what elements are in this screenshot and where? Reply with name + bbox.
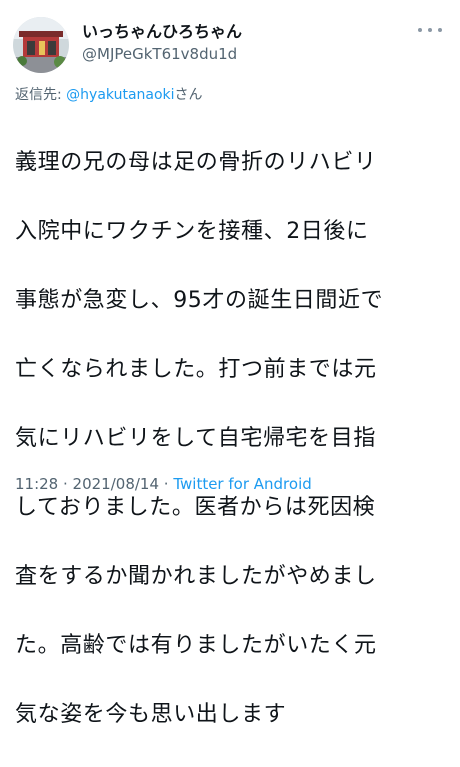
tweet-text-line: 気にリハビリをして自宅帰宅を目指 [15,425,376,451]
reply-suffix: さん [174,87,203,103]
tweet-time[interactable]: 11:28 [15,475,58,493]
reply-mention-link[interactable]: @hyakutanaoki [66,87,174,103]
tweet-source-link[interactable]: Twitter for Android [173,475,311,493]
tweet-text-line: しておりました。医者からは死因検 [15,494,376,520]
tweet-text-line: 気な姿を今も思い出します [15,701,287,727]
avatar-photo-icon[interactable] [13,17,69,73]
tweet-date[interactable]: 2021/08/14 [73,475,159,493]
reply-prefix: 返信先: [15,87,67,103]
tweet-text-line: 亡くなられました。打つ前までは元 [15,356,377,382]
meta-separator: · [58,475,73,493]
meta-separator: · [159,475,174,493]
tweet-text-line: 入院中にワクチンを接種、2日後に [15,218,369,244]
tweet-text-line: 査をするか聞かれましたがやめまし [15,563,377,589]
more-dot [418,28,422,32]
avatar-image [13,17,69,73]
author-names: いっちゃんひろちゃん @MJPeGkT61v8du1d [82,22,242,64]
tweet-text-line: 事態が急変し、95才の誕生日間近で [15,287,384,313]
user-handle[interactable]: @MJPeGkT61v8du1d [82,44,242,64]
tweet-text-line: 義理の兄の母は足の骨折のリハビリ [15,149,377,175]
tweet-text: 義理の兄の母は足の骨折のリハビリ 入院中にワクチンを接種、2日後に 事態が急変し… [15,111,455,767]
reply-to-line: 返信先: @hyakutanaokiさん [15,85,203,105]
more-horizontal-icon[interactable] [418,24,442,36]
tweet-card: いっちゃんひろちゃん @MJPeGkT61v8du1d 返信先: @hyakut… [0,0,460,727]
display-name[interactable]: いっちゃんひろちゃん [82,22,242,42]
tweet-text-line: た。高齢では有りましたがいたく元 [15,632,377,658]
more-dot [428,28,432,32]
tweet-meta: 11:28 · 2021/08/14 · Twitter for Android [15,474,312,494]
more-dot [438,28,442,32]
